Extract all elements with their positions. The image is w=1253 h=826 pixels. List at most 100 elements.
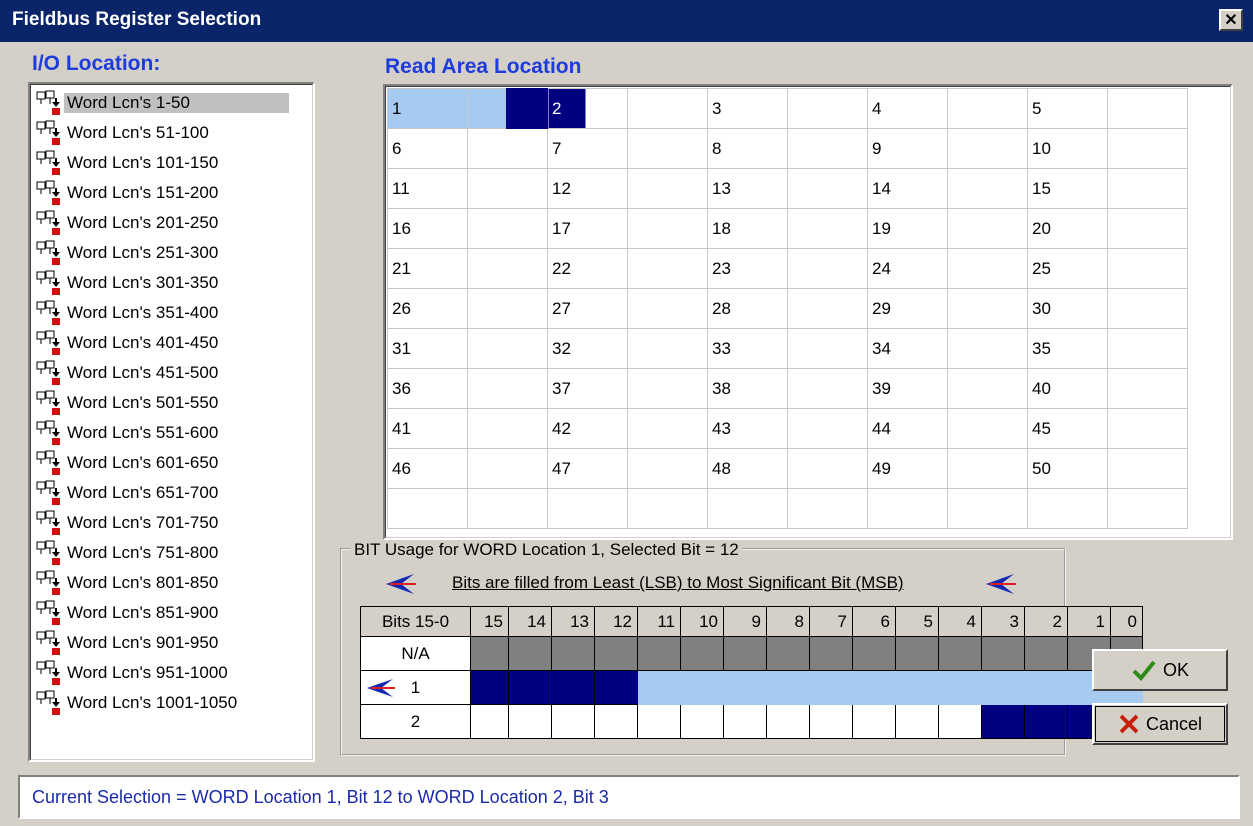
bit-cell[interactable] <box>938 670 982 705</box>
bit-cell[interactable] <box>637 704 681 739</box>
grid-cell-empty[interactable] <box>1107 248 1188 289</box>
grid-cell[interactable]: 17 <box>547 208 628 249</box>
grid-cell-empty[interactable] <box>947 128 1028 169</box>
grid-cell[interactable]: 24 <box>867 248 948 289</box>
ok-button[interactable]: OK <box>1092 649 1228 691</box>
grid-cell[interactable]: 47 <box>547 448 628 489</box>
list-item[interactable]: Word Lcn's 1-50 <box>34 88 289 118</box>
bit-cell[interactable] <box>551 704 595 739</box>
grid-cell[interactable]: 9 <box>867 128 948 169</box>
bit-cell[interactable] <box>938 636 982 671</box>
grid-cell-empty[interactable] <box>947 488 1028 529</box>
grid-cell-empty[interactable] <box>627 448 708 489</box>
grid-cell[interactable]: 34 <box>867 328 948 369</box>
grid-cell[interactable]: 6 <box>387 128 468 169</box>
bit-cell[interactable] <box>809 704 853 739</box>
bit-cell[interactable] <box>680 670 724 705</box>
grid-cell[interactable]: 1 <box>387 88 468 129</box>
grid-cell-empty[interactable] <box>1107 88 1188 129</box>
grid-cell[interactable]: 42 <box>547 408 628 449</box>
grid-cell[interactable]: 48 <box>707 448 788 489</box>
bit-cell[interactable] <box>1024 670 1068 705</box>
grid-cell-empty[interactable] <box>947 448 1028 489</box>
grid-cell[interactable]: 21 <box>387 248 468 289</box>
grid-cell[interactable]: 49 <box>867 448 948 489</box>
list-item[interactable]: Word Lcn's 751-800 <box>34 538 289 568</box>
bit-cell[interactable] <box>766 670 810 705</box>
grid-cell[interactable]: 13 <box>707 168 788 209</box>
grid-cell-empty[interactable] <box>467 168 548 209</box>
grid-cell-empty[interactable] <box>627 488 708 529</box>
grid-cell-empty[interactable] <box>707 488 788 529</box>
bit-cell[interactable] <box>852 636 896 671</box>
bit-cell[interactable] <box>508 670 552 705</box>
bit-cell[interactable] <box>723 670 767 705</box>
grid-cell[interactable]: 46 <box>387 448 468 489</box>
grid-cell-empty[interactable] <box>467 328 548 369</box>
grid-cell[interactable]: 5 <box>1027 88 1108 129</box>
grid-cell[interactable]: 44 <box>867 408 948 449</box>
grid-cell-empty[interactable] <box>947 88 1028 129</box>
bit-cell[interactable] <box>895 704 939 739</box>
io-location-list[interactable]: Word Lcn's 1-50 Word Lcn's 51-100 Word Lcn… <box>28 82 315 762</box>
grid-cell[interactable]: 7 <box>547 128 628 169</box>
bit-cell[interactable] <box>594 704 638 739</box>
bit-cell[interactable] <box>981 670 1025 705</box>
grid-cell-empty[interactable] <box>627 328 708 369</box>
bit-cell[interactable] <box>938 704 982 739</box>
grid-cell[interactable]: 23 <box>707 248 788 289</box>
grid-cell-empty[interactable] <box>1107 488 1188 529</box>
bit-row-label[interactable]: N/A <box>360 636 471 671</box>
grid-cell[interactable]: 11 <box>387 168 468 209</box>
bit-cell[interactable] <box>981 704 1025 739</box>
grid-cell[interactable]: 29 <box>867 288 948 329</box>
grid-cell[interactable]: 18 <box>707 208 788 249</box>
grid-cell-empty[interactable] <box>467 248 548 289</box>
grid-cell-empty[interactable] <box>867 488 948 529</box>
grid-cell[interactable]: 8 <box>707 128 788 169</box>
grid-cell-empty[interactable] <box>627 368 708 409</box>
grid-cell-empty[interactable] <box>1107 208 1188 249</box>
grid-cell[interactable]: 25 <box>1027 248 1108 289</box>
grid-cell[interactable]: 14 <box>867 168 948 209</box>
read-area-grid[interactable]: 1 2 3 4 5 6 7 8 9 10 11 12 13 14 15 16 17 18 19 20 21 22 23 24 2… <box>383 84 1233 540</box>
bit-cell[interactable] <box>723 704 767 739</box>
grid-cell[interactable]: 28 <box>707 288 788 329</box>
grid-cell-empty[interactable] <box>787 328 868 369</box>
grid-cell[interactable]: 16 <box>387 208 468 249</box>
grid-cell-empty[interactable] <box>787 128 868 169</box>
bit-cell[interactable] <box>551 636 595 671</box>
grid-cell[interactable]: 43 <box>707 408 788 449</box>
grid-cell[interactable]: 37 <box>547 368 628 409</box>
grid-cell-empty[interactable] <box>787 168 868 209</box>
bit-cell[interactable] <box>470 636 509 671</box>
list-item[interactable]: Word Lcn's 901-950 <box>34 628 289 658</box>
grid-cell-empty[interactable] <box>1107 368 1188 409</box>
bit-cell[interactable] <box>766 704 810 739</box>
grid-cell-empty[interactable] <box>467 128 548 169</box>
close-button[interactable]: ✕ <box>1219 9 1243 31</box>
bit-cell[interactable] <box>766 636 810 671</box>
list-item[interactable]: Word Lcn's 301-350 <box>34 268 289 298</box>
grid-cell-empty[interactable] <box>1107 328 1188 369</box>
bit-cell[interactable] <box>637 636 681 671</box>
bit-cell[interactable] <box>895 670 939 705</box>
bit-usage-table[interactable]: Bits 15-0 15 14 13 12 11 10 9 8 7 6 5 4 3 2 1 0 N/A 1 2 <box>360 606 1143 739</box>
bit-cell[interactable] <box>981 636 1025 671</box>
grid-cell[interactable]: 15 <box>1027 168 1108 209</box>
grid-cell-empty[interactable] <box>1107 168 1188 209</box>
grid-cell-empty[interactable] <box>947 208 1028 249</box>
grid-cell-empty[interactable] <box>467 488 548 529</box>
list-item[interactable]: Word Lcn's 851-900 <box>34 598 289 628</box>
list-item[interactable]: Word Lcn's 501-550 <box>34 388 289 418</box>
grid-cell[interactable]: 39 <box>867 368 948 409</box>
bit-cell[interactable] <box>594 636 638 671</box>
list-item[interactable]: Word Lcn's 251-300 <box>34 238 289 268</box>
grid-cell-empty[interactable] <box>627 248 708 289</box>
grid-cell-empty[interactable] <box>947 168 1028 209</box>
grid-cell-empty[interactable] <box>627 128 708 169</box>
grid-cell-empty[interactable] <box>787 288 868 329</box>
grid-cell[interactable]: 2 <box>547 88 628 129</box>
bit-cell[interactable] <box>508 704 552 739</box>
list-item[interactable]: Word Lcn's 451-500 <box>34 358 289 388</box>
